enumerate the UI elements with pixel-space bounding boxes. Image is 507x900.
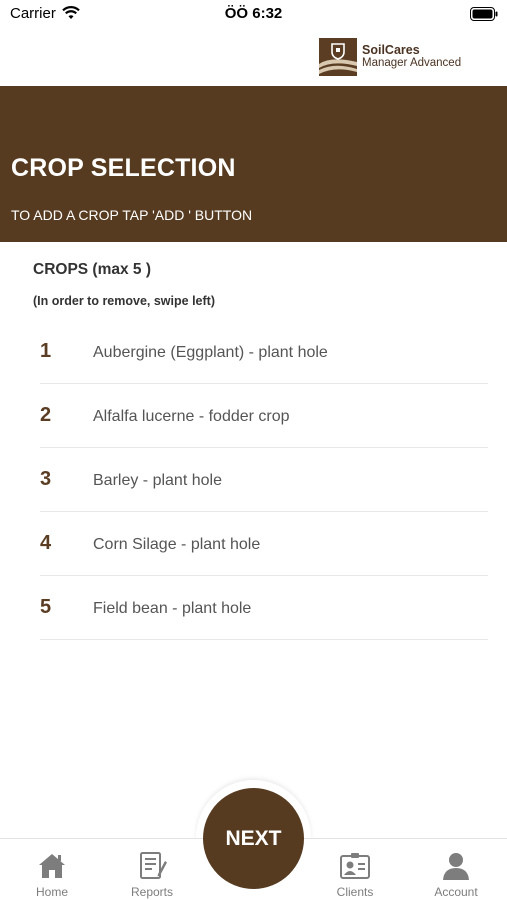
tab-clients-label: Clients: [336, 885, 374, 899]
page-title: CROP SELECTION: [11, 154, 236, 182]
crop-row[interactable]: 5 Field bean - plant hole: [40, 576, 488, 640]
tab-home-label: Home: [35, 885, 68, 899]
battery-icon: [470, 7, 498, 21]
next-button[interactable]: NEXT: [203, 788, 304, 889]
crop-row[interactable]: 3 Barley - plant hole: [40, 448, 488, 512]
crop-list: 1 Aubergine (Eggplant) - plant hole 2 Al…: [40, 320, 488, 640]
home-icon: [39, 854, 65, 878]
tab-account[interactable]: Account: [416, 839, 496, 900]
tab-home[interactable]: Home: [12, 839, 92, 900]
crop-name: Field bean - plant hole: [93, 600, 252, 617]
crop-name: Barley - plant hole: [93, 472, 222, 489]
brand-subtitle: Manager Advanced: [362, 57, 462, 69]
status-bar: Carrier ÖÖ 6:32: [0, 0, 507, 30]
crop-number: 1: [40, 340, 52, 362]
crop-name: Corn Silage - plant hole: [93, 536, 261, 553]
tab-clients[interactable]: Clients: [315, 839, 395, 900]
crop-number: 2: [40, 404, 52, 426]
tab-reports[interactable]: Reports: [112, 839, 192, 900]
crop-number: 4: [40, 532, 52, 554]
crop-name: Alfalfa lucerne - fodder crop: [93, 408, 290, 425]
crop-row[interactable]: 2 Alfalfa lucerne - fodder crop: [40, 384, 488, 448]
tab-reports-label: Reports: [130, 885, 174, 899]
crop-number: 3: [40, 468, 52, 490]
crop-selection-screen: Carrier ÖÖ 6:32 SoilCares Manager Advanc…: [0, 0, 507, 900]
crop-row[interactable]: 4 Corn Silage - plant hole: [40, 512, 488, 576]
reports-icon: [140, 852, 167, 879]
crop-name: Aubergine (Eggplant) - plant hole: [93, 344, 328, 361]
crop-row[interactable]: 1 Aubergine (Eggplant) - plant hole: [40, 320, 488, 384]
status-time: ÖÖ 6:32: [224, 5, 283, 22]
tab-account-label: Account: [434, 885, 478, 899]
app-header: SoilCares Manager Advanced: [0, 30, 507, 86]
page-instruction: TO ADD A CROP TAP 'ADD ' BUTTON: [11, 207, 253, 223]
title-banner: CROP SELECTION TO ADD A CROP TAP 'ADD ' …: [0, 86, 507, 242]
clients-icon: [340, 853, 370, 879]
crops-heading: CROPS (max 5 ): [33, 261, 152, 278]
brand-name: SoilCares: [362, 43, 420, 57]
crops-hint: (In order to remove, swipe left): [33, 294, 215, 308]
account-icon: [443, 853, 469, 880]
soilcares-logo-icon: [319, 38, 357, 76]
crop-number: 5: [40, 596, 52, 618]
brand-logo-block: SoilCares Manager Advanced: [319, 38, 461, 76]
